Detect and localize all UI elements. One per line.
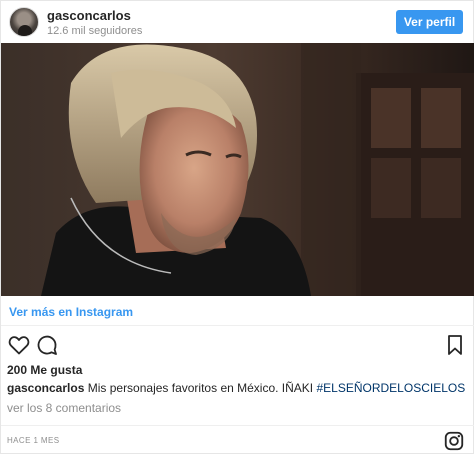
username[interactable]: gasconcarlos: [47, 8, 131, 23]
view-more-section: Ver más en Instagram: [1, 296, 474, 326]
caption-hashtag[interactable]: #ELSEÑORDELOSCIELOS: [316, 381, 465, 395]
bookmark-icon[interactable]: [443, 333, 467, 357]
caption-username[interactable]: gasconcarlos: [7, 381, 84, 395]
action-bar: [1, 333, 474, 361]
view-more-link[interactable]: Ver más en Instagram: [9, 305, 133, 319]
photo-illustration: [1, 43, 474, 296]
instagram-icon[interactable]: [443, 430, 465, 452]
follower-count: 12.6 mil seguidores: [47, 25, 143, 37]
view-profile-button[interactable]: Ver perfil: [396, 10, 463, 34]
heart-icon[interactable]: [7, 333, 31, 357]
caption: gasconcarlos Mis personajes favoritos en…: [7, 381, 469, 395]
like-count[interactable]: 200 Me gusta: [7, 363, 82, 377]
caption-text: Mis personajes favoritos en México. IÑAK…: [87, 381, 314, 395]
view-comments-link[interactable]: ver los 8 comentarios: [7, 401, 121, 415]
post-photo[interactable]: [1, 43, 474, 296]
post-footer: HACE 1 MES: [1, 425, 474, 454]
post-header: gasconcarlos 12.6 mil seguidores Ver per…: [1, 1, 474, 43]
timestamp[interactable]: HACE 1 MES: [7, 436, 59, 445]
instagram-embed-card: gasconcarlos 12.6 mil seguidores Ver per…: [0, 0, 474, 454]
speech-bubble-icon[interactable]: [35, 333, 59, 357]
avatar[interactable]: [9, 7, 39, 37]
